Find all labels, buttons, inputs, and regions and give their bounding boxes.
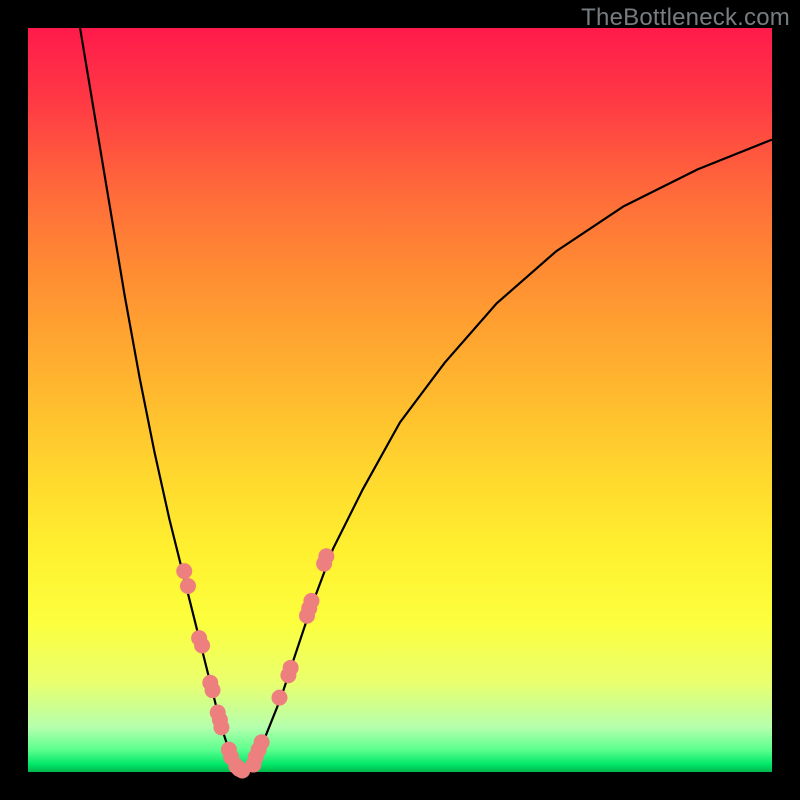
right-curve xyxy=(244,140,772,772)
left-markers-point xyxy=(176,563,192,579)
right-markers-point xyxy=(254,734,270,750)
right-markers-point xyxy=(283,660,299,676)
markers-group xyxy=(176,548,334,778)
plot-area xyxy=(28,28,772,772)
left-markers-point xyxy=(213,719,229,735)
watermark-text: TheBottleneck.com xyxy=(581,4,790,32)
chart-frame: TheBottleneck.com xyxy=(0,0,800,800)
curves-group xyxy=(80,28,772,772)
right-markers-point xyxy=(271,690,287,706)
right-markers-point xyxy=(318,548,334,564)
right-markers-point xyxy=(303,593,319,609)
left-curve xyxy=(80,28,244,772)
left-markers-point xyxy=(194,638,210,654)
chart-svg xyxy=(28,28,772,772)
left-markers-point xyxy=(180,578,196,594)
left-markers-point xyxy=(205,682,221,698)
